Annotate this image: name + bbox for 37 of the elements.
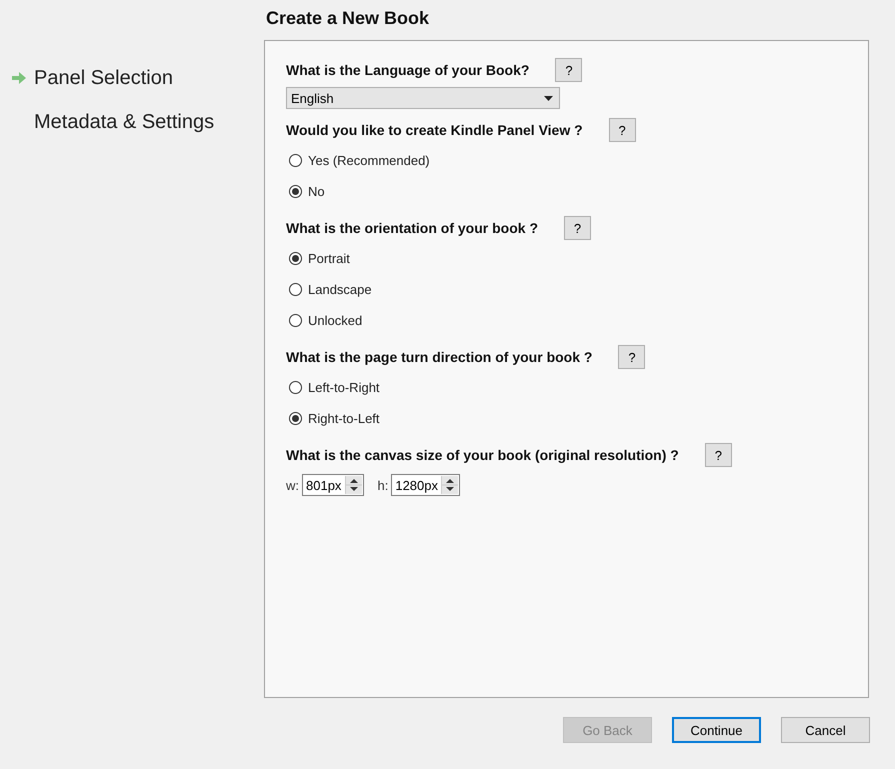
radio-button[interactable] [289,412,302,425]
page-title: Create a New Book [266,8,430,30]
option-label: Landscape [308,282,372,297]
spin-icon[interactable] [441,476,458,494]
question-text: What is the page turn direction of your book ? [286,349,592,365]
radio-button[interactable] [289,381,302,394]
option-label: Right-to-Left [308,411,380,426]
option-label: Left-to-Right [308,380,380,395]
field-label: h: [378,478,388,492]
option-label: Unlocked [308,313,362,328]
radio-button[interactable] [289,283,302,296]
help-button[interactable]: ? [704,443,732,467]
step-item[interactable]: Metadata & Settings [34,110,214,134]
question-text: Would you like to create Kindle Panel View ? [286,122,583,138]
help-button[interactable]: ? [555,58,582,82]
field-label: w: [286,478,299,492]
radio-button[interactable] [289,314,302,327]
caret-icon [544,96,553,100]
radio-button[interactable] [289,252,302,265]
wizard-button[interactable]: Cancel [781,717,870,743]
radio-button[interactable] [289,185,302,198]
language-dropdown[interactable]: English [286,87,560,109]
option-label: No [308,184,325,199]
option-label: Yes (Recommended) [308,153,430,168]
question-text: What is the orientation of your book ? [286,220,538,236]
wizard-button[interactable]: Continue [672,717,761,743]
step-item[interactable]: Panel Selection [34,66,173,90]
radio-button[interactable] [289,154,302,167]
number-field[interactable]: 1280px [391,474,460,496]
question-text: What is the Language of your Book? [286,62,530,78]
help-button[interactable]: ? [618,345,646,369]
spin-icon[interactable] [344,476,362,494]
help-button[interactable]: ? [608,118,636,142]
option-label: Portrait [308,251,350,266]
question-text: What is the canvas size of your book (original resolution) ? [286,447,679,463]
help-button[interactable]: ? [564,216,591,240]
number-field[interactable]: 801px [302,474,364,496]
